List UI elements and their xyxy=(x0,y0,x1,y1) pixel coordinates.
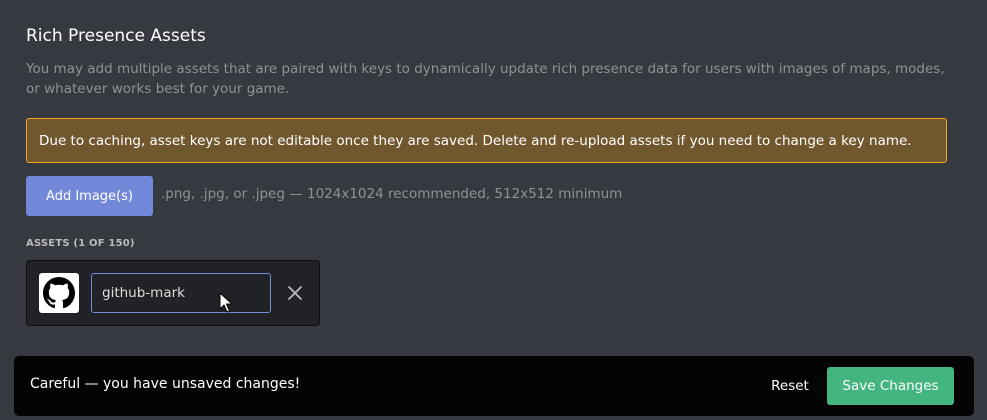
assets-count-label: ASSETS (1 OF 150) xyxy=(26,238,135,249)
unsaved-changes-bar: Careful — you have unsaved changes! Rese… xyxy=(14,356,974,416)
add-images-button[interactable]: Add Image(s) xyxy=(26,176,153,216)
save-changes-button[interactable]: Save Changes xyxy=(827,367,954,405)
mouse-pointer-icon xyxy=(219,292,233,313)
github-mark-icon xyxy=(43,277,75,309)
close-icon xyxy=(288,286,302,300)
remove-asset-button[interactable] xyxy=(283,281,307,305)
unsaved-changes-text: Careful — you have unsaved changes! xyxy=(30,376,301,392)
asset-key-input[interactable] xyxy=(91,273,271,313)
caching-warning-banner: Due to caching, asset keys are not edita… xyxy=(26,118,947,163)
section-title: Rich Presence Assets xyxy=(26,26,206,46)
rich-presence-assets-page: Rich Presence Assets You may add multipl… xyxy=(0,0,987,420)
asset-thumbnail[interactable] xyxy=(39,273,79,313)
section-description: You may add multiple assets that are pai… xyxy=(26,61,945,97)
asset-item xyxy=(26,260,320,326)
warning-text: Due to caching, asset keys are not edita… xyxy=(39,132,912,149)
reset-button[interactable]: Reset xyxy=(758,366,822,406)
upload-format-hint: .png, .jpg, or .jpeg — 1024x1024 recomme… xyxy=(161,186,623,202)
